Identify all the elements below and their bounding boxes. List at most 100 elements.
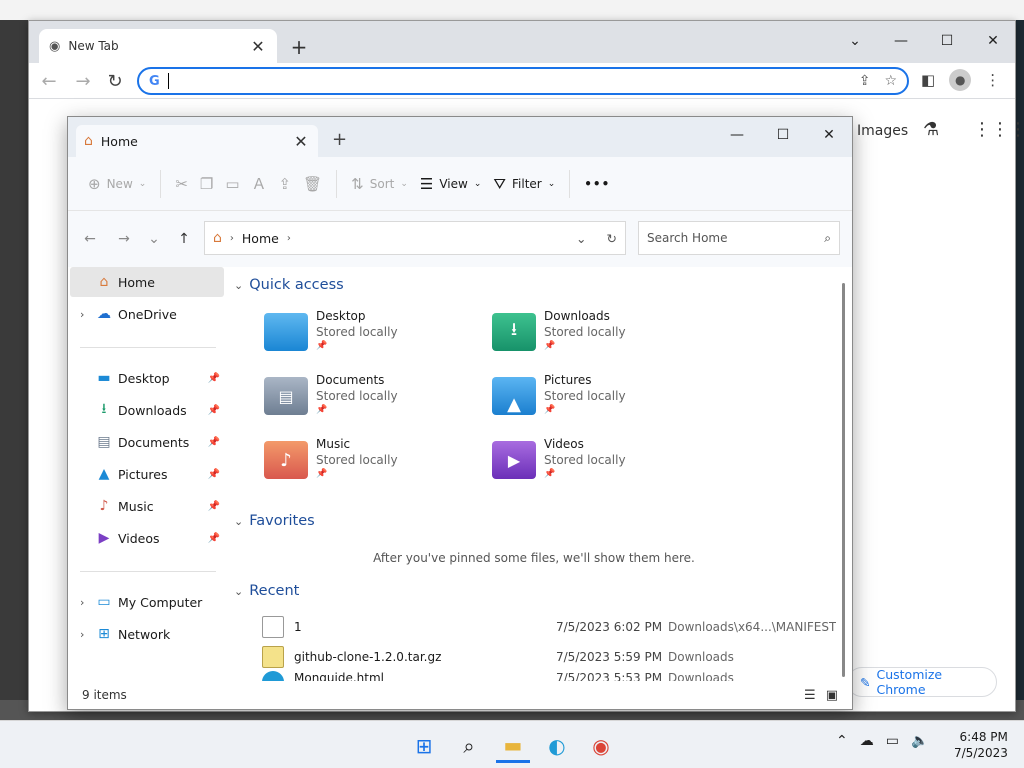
quick-access-item[interactable]: ⭳ Downloads Stored locally 📌 — [492, 309, 712, 369]
close-tab-icon[interactable]: ✕ — [249, 37, 267, 56]
edge-browser-icon[interactable]: ◐ — [540, 729, 574, 763]
refresh-icon[interactable]: ↻ — [607, 231, 617, 246]
search-icon: ⌕ — [824, 230, 831, 245]
nav-item-home[interactable]: ⌂ Home — [70, 267, 224, 297]
quick-access-item[interactable]: ♪ Music Stored locally 📌 — [264, 437, 484, 497]
explorer-minimize-button[interactable]: — — [714, 121, 760, 149]
quick-access-item[interactable]: ▤ Documents Stored locally 📌 — [264, 373, 484, 433]
tab-search-icon[interactable]: ⌄ — [833, 27, 877, 55]
more-options-button[interactable]: ••• — [578, 168, 616, 200]
recent-file-row[interactable]: Monguide.html 7/5/2023 5:53 PM Downloads — [262, 671, 840, 681]
pin-icon: 📌 — [544, 341, 556, 351]
recent-file-row[interactable]: 1 7/5/2023 6:02 PM Downloads\x64...\MANI… — [262, 613, 840, 641]
pin-icon: 📌 — [207, 468, 220, 480]
quick-access-item[interactable]: Desktop Stored locally 📌 — [264, 309, 484, 369]
chevron-up-icon[interactable]: ⌃ — [836, 733, 848, 749]
google-apps-grid-icon[interactable]: ⋮⋮⋮ — [973, 119, 1024, 140]
nav-item-my-computer[interactable]: › ▭ My Computer — [70, 587, 224, 617]
section-favorites[interactable]: ⌄ Favorites — [234, 513, 315, 529]
new-tab-button[interactable]: + — [287, 35, 311, 59]
expand-chevron-icon[interactable]: › — [80, 596, 94, 609]
paste-button[interactable]: ▭ — [219, 168, 245, 200]
share-button[interactable]: ⇪ — [273, 168, 298, 200]
section-quick-access[interactable]: ⌄ Quick access — [234, 277, 344, 293]
forward-arrow-icon[interactable]: → — [112, 227, 136, 251]
tiles-view-icon[interactable]: ▣ — [826, 688, 838, 703]
recent-locations-chevron-icon[interactable]: ⌄ — [142, 227, 166, 251]
cut-button[interactable]: ✂ — [169, 168, 194, 200]
taskbar: ⊞ ⌕ ▬ ◐ ◉ ⌃ ☁ ▭ 🔈 6:48 PM 7/5/2023 — [0, 720, 1024, 768]
rename-button[interactable]: Ａ — [246, 168, 273, 200]
nav-item-documents[interactable]: ▤ Documents 📌 — [70, 427, 224, 457]
download-arrow-icon: ⭳ — [101, 401, 107, 417]
search-box[interactable]: Search Home ⌕ — [638, 221, 840, 255]
back-arrow-icon[interactable]: ← — [78, 227, 102, 251]
search-input[interactable]: Search Home — [647, 231, 727, 245]
address-bar[interactable]: ⌂ › Home › ⌄ ↻ — [204, 221, 626, 255]
system-clock[interactable]: 6:48 PM 7/5/2023 — [954, 729, 1008, 761]
chrome-browser-icon[interactable]: ◉ — [584, 729, 618, 763]
pin-icon: 📌 — [316, 341, 328, 351]
quick-access-item[interactable]: ▶ Videos Stored locally 📌 — [492, 437, 712, 497]
back-button[interactable]: ← — [35, 67, 63, 95]
details-view-icon[interactable]: ☰ — [804, 688, 816, 703]
document-icon: ▤ — [97, 434, 111, 450]
expand-chevron-icon[interactable]: › — [80, 628, 94, 641]
reload-button[interactable]: ↻ — [101, 67, 129, 95]
close-window-button[interactable]: ✕ — [971, 27, 1015, 55]
address-dropdown-chevron-icon[interactable]: ⌄ — [576, 231, 586, 246]
nav-item-pictures[interactable]: ▲ Pictures 📌 — [70, 459, 224, 489]
nav-item-music[interactable]: ♪ Music 📌 — [70, 491, 224, 521]
section-recent[interactable]: ⌄ Recent — [234, 583, 299, 599]
file-explorer-taskbar-icon[interactable]: ▬ — [496, 729, 530, 763]
recent-file-row[interactable]: github-clone-1.2.0.tar.gz 7/5/2023 5:59 … — [262, 643, 840, 671]
file-location: Downloads\x64...\MANIFEST — [668, 620, 837, 634]
bookmark-star-icon[interactable]: ☆ — [884, 73, 897, 89]
nav-label: My Computer — [118, 594, 203, 610]
sort-button[interactable]: ⇅ Sort ⌄ — [345, 168, 414, 200]
nav-item-onedrive[interactable]: › ☁ OneDrive — [70, 299, 224, 329]
share-icon[interactable]: ⇪ — [859, 73, 871, 89]
labs-flask-icon[interactable]: ⚗ — [923, 119, 939, 140]
vertical-scrollbar[interactable] — [842, 283, 845, 677]
customize-chrome-button[interactable]: ✎ Customize Chrome — [847, 667, 997, 697]
maximize-button[interactable]: ☐ — [925, 27, 969, 55]
nav-item-desktop[interactable]: ▬ Desktop 📌 — [70, 363, 224, 393]
search-icon[interactable]: ⌕ — [452, 729, 486, 763]
volume-icon[interactable]: 🔈 — [911, 733, 928, 749]
breadcrumb-home[interactable]: Home — [242, 231, 279, 246]
windows-start-icon[interactable]: ⊞ — [407, 729, 441, 763]
profile-avatar-icon[interactable]: ● — [949, 69, 972, 91]
ntp-images-link[interactable]: Images — [857, 123, 908, 139]
nav-item-downloads[interactable]: ⭳ Downloads 📌 — [70, 395, 224, 425]
nav-item-videos[interactable]: ▶ Videos 📌 — [70, 523, 224, 553]
explorer-tab-home[interactable]: ⌂ Home ✕ — [76, 125, 318, 157]
up-arrow-icon[interactable]: ↑ — [172, 227, 196, 251]
delete-button[interactable]: 🗑 — [297, 168, 328, 200]
explorer-close-button[interactable]: ✕ — [806, 121, 852, 149]
explorer-maximize-button[interactable]: ☐ — [760, 121, 806, 149]
divider — [569, 169, 571, 198]
chrome-tab-new-tab[interactable]: ◉ New Tab ✕ — [39, 29, 277, 63]
side-panel-icon[interactable]: ◧ — [921, 71, 935, 89]
pin-icon: 📌 — [207, 436, 220, 448]
forward-button[interactable]: → — [69, 67, 97, 95]
nav-item-network[interactable]: › ⊞ Network — [70, 619, 224, 649]
network-status-icon[interactable]: ▭ — [886, 733, 899, 749]
copy-button[interactable]: ❐ — [194, 168, 219, 200]
section-title: Favorites — [249, 513, 315, 529]
view-button[interactable]: ☰ View ⌄ — [414, 168, 487, 200]
close-tab-icon[interactable]: ✕ — [292, 132, 310, 151]
cloud-offline-icon[interactable]: ☁ — [860, 733, 874, 749]
chrome-menu-icon[interactable]: ⋮ — [985, 71, 1000, 89]
quick-access-item[interactable]: ▲ Pictures Stored locally 📌 — [492, 373, 712, 433]
expand-chevron-icon[interactable]: › — [80, 308, 94, 321]
new-button[interactable]: ⊕ New ⌄ — [82, 168, 152, 200]
item-name: Music — [316, 437, 351, 451]
filter-button[interactable]: ⛛ Filter ⌄ — [487, 168, 561, 200]
explorer-new-tab-button[interactable]: + — [332, 129, 347, 150]
home-icon: ⌂ — [213, 230, 222, 246]
minimize-button[interactable]: — — [879, 27, 923, 55]
omnibox[interactable]: G ⇪ ☆ — [137, 67, 909, 95]
explorer-titlebar: ⌂ Home ✕ + — ☐ ✕ — [68, 117, 852, 157]
